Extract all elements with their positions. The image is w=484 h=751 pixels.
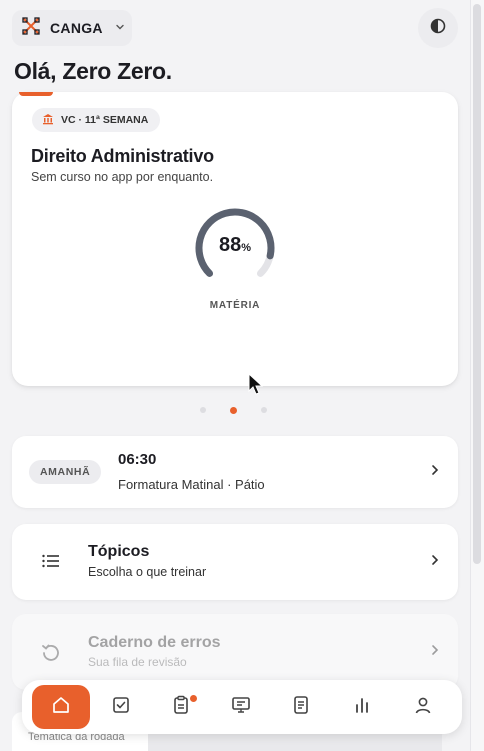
topics-subtitle: Escolha o que treinar xyxy=(88,565,207,579)
greeting-heading: Olá, Zero Zero. xyxy=(14,58,172,84)
error-notebook-card[interactable]: Caderno de erros Sua fila de revisão xyxy=(12,614,458,690)
nav-clipboard[interactable] xyxy=(152,685,210,729)
chevron-down-icon xyxy=(115,22,125,35)
checklist-icon xyxy=(112,696,130,719)
carousel-dot[interactable] xyxy=(261,407,267,413)
day-badge: AMANHÃ xyxy=(29,460,102,484)
gauge-number: 88 xyxy=(218,234,242,256)
week-tag-label: VC · 11ª SEMANA xyxy=(61,114,149,126)
institution-icon xyxy=(42,113,54,128)
topics-title: Tópicos xyxy=(88,543,150,560)
nav-monitor[interactable] xyxy=(212,685,270,729)
gauge-unit: % xyxy=(241,242,252,254)
clipboard-icon xyxy=(173,695,189,720)
progress-gauge: 88% xyxy=(192,208,278,288)
schedule-card[interactable]: AMANHÃ 06:30 Formatura Matinal · Pátio xyxy=(12,436,458,508)
carousel-dot-active[interactable] xyxy=(230,406,237,414)
mouse-cursor-icon xyxy=(248,372,264,402)
carousel-dot[interactable] xyxy=(200,407,206,413)
week-tag: VC · 11ª SEMANA xyxy=(32,108,161,132)
bar-chart-icon xyxy=(353,696,371,719)
chevron-right-icon xyxy=(430,553,440,571)
chevron-right-icon xyxy=(430,463,440,481)
subject-subtitle: Sem curso no app por enquanto. xyxy=(31,170,214,184)
gauge-label: MATÉRIA xyxy=(209,300,261,311)
brand-selector[interactable]: CANGA xyxy=(12,10,132,46)
carousel-dots xyxy=(200,406,267,414)
subject-progress-card[interactable]: VC · 11ª SEMANA Direito Administrativo S… xyxy=(12,92,458,386)
topics-card[interactable]: Tópicos Escolha o que treinar xyxy=(12,524,458,600)
schedule-description: Formatura Matinal · Pátio xyxy=(118,477,265,492)
nav-profile[interactable] xyxy=(394,685,452,729)
list-icon xyxy=(42,554,60,573)
notification-badge xyxy=(190,695,197,702)
monitor-icon xyxy=(231,696,251,719)
nav-documents[interactable] xyxy=(272,685,330,729)
brand-name: CANGA xyxy=(50,20,103,36)
bottom-navigation xyxy=(22,680,462,734)
history-icon xyxy=(40,642,62,669)
schedule-time: 06:30 xyxy=(118,451,157,468)
user-icon xyxy=(414,696,432,719)
nav-tasks[interactable] xyxy=(92,685,150,729)
subject-title: Direito Administrativo xyxy=(31,146,214,166)
gauge-value: 88% xyxy=(192,234,278,257)
scrollbar-thumb[interactable] xyxy=(473,4,481,564)
crossed-swords-icon xyxy=(22,16,40,40)
nav-home[interactable] xyxy=(32,685,90,729)
contrast-icon xyxy=(430,18,446,39)
home-icon xyxy=(51,695,71,720)
error-notebook-title: Caderno de erros xyxy=(88,634,221,651)
page-scrollbar[interactable] xyxy=(470,0,484,751)
error-notebook-subtitle: Sua fila de revisão xyxy=(88,655,187,669)
card-accent-bar xyxy=(19,92,53,96)
nav-stats[interactable] xyxy=(333,685,391,729)
theme-toggle-button[interactable] xyxy=(418,8,458,48)
document-icon xyxy=(293,695,309,720)
chevron-right-icon xyxy=(430,643,440,661)
